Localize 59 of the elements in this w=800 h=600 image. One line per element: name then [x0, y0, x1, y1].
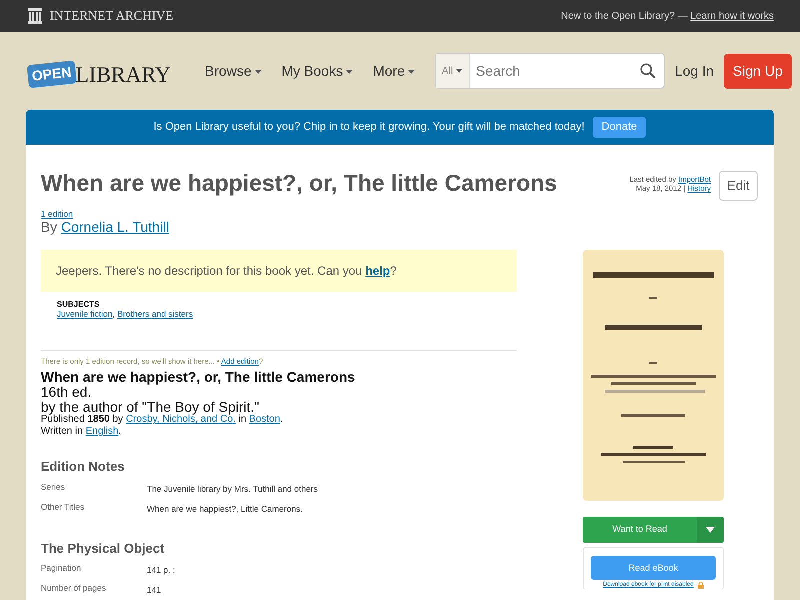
- nav-menu[interactable]: More: [373, 60, 416, 82]
- edit-button[interactable]: Edit: [719, 171, 758, 201]
- edition-name: 16th ed.: [41, 384, 93, 400]
- search-field[interactable]: All Search: [435, 53, 666, 89]
- language-link[interactable]: English: [86, 426, 119, 437]
- want-to-read-button[interactable]: Want to Read: [583, 516, 697, 543]
- author-link[interactable]: Cornelia L. Tuthill: [61, 219, 170, 236]
- by-statement: by the author of "The Boy of Spirit.": [41, 400, 260, 414]
- subjects-heading: SUBJECTS: [57, 300, 101, 310]
- learn-link[interactable]: Learn how it works: [690, 10, 774, 22]
- caret-icon: [346, 70, 354, 74]
- comma: ,: [112, 308, 116, 319]
- logo[interactable]: OPEN LIBRARY: [28, 52, 172, 90]
- section-heading: Edition Notes: [41, 458, 126, 476]
- read-ebook-button[interactable]: Read eBook: [591, 556, 716, 580]
- logo-sign: OPEN: [26, 60, 77, 88]
- field-value: When are we happiest?, Little Camerons.: [147, 502, 303, 516]
- field-value: 141 p. :: [147, 564, 176, 578]
- edition-title: When are we happiest?, or, The little Camerons: [41, 370, 356, 385]
- field-label: Other Titles: [41, 500, 86, 514]
- intro-text: New to the Open Library? —: [561, 10, 688, 22]
- signup-button[interactable]: Sign Up: [724, 54, 792, 88]
- question-mark: ?: [390, 264, 397, 278]
- written-in-text: Written in: [41, 426, 84, 437]
- shelf-dropdown[interactable]: [697, 516, 724, 543]
- publisher-link[interactable]: Crosby, Nichols, and Co.: [126, 414, 236, 426]
- donate-button[interactable]: Donate: [592, 117, 646, 138]
- in-text: in: [238, 414, 247, 426]
- scope-dropdown[interactable]: All: [436, 54, 470, 88]
- period: .: [118, 426, 122, 437]
- book-title: When are we happiest?, or, The little Camerons: [41, 170, 558, 198]
- field-label: Number of pages: [41, 582, 108, 596]
- temple-icon: [28, 8, 42, 24]
- field-label: Series: [41, 480, 66, 494]
- field-value: The Juvenile library by Mrs. Tuthill and others: [147, 482, 318, 496]
- caret-icon: [408, 70, 416, 74]
- caret-icon: [456, 68, 464, 73]
- nav-menu[interactable]: Browse: [205, 60, 262, 82]
- section-heading: The Physical Object: [41, 540, 166, 558]
- field-label: Pagination: [41, 562, 82, 576]
- nav-menu[interactable]: My Books: [282, 60, 354, 82]
- edition-count-link[interactable]: 1 edition: [41, 208, 74, 219]
- place-link[interactable]: Boston: [249, 414, 280, 426]
- brand-name: INTERNET ARCHIVE: [50, 7, 174, 26]
- lock-icon: [698, 582, 704, 590]
- field-value: 141: [147, 584, 162, 598]
- description-text: Jeepers. There's no description for this book yet. Can you: [56, 264, 362, 278]
- caret-icon: [254, 70, 262, 74]
- by-label: By: [41, 219, 58, 236]
- logo-text: LIBRARY: [76, 60, 172, 88]
- period: .: [280, 414, 284, 426]
- caret-icon: [706, 526, 715, 533]
- login-link[interactable]: Log In: [675, 60, 714, 82]
- published-text: Published 1850 by: [41, 414, 124, 426]
- subject-link[interactable]: Brothers and sisters: [118, 308, 194, 319]
- search-icon[interactable]: [640, 63, 656, 79]
- subject-link[interactable]: Juvenile fiction: [57, 308, 113, 319]
- help-link[interactable]: help: [366, 264, 390, 278]
- banner-text: Is Open Library useful to you? Chip in to keep it growing. Your gift will be matched today!: [154, 120, 585, 136]
